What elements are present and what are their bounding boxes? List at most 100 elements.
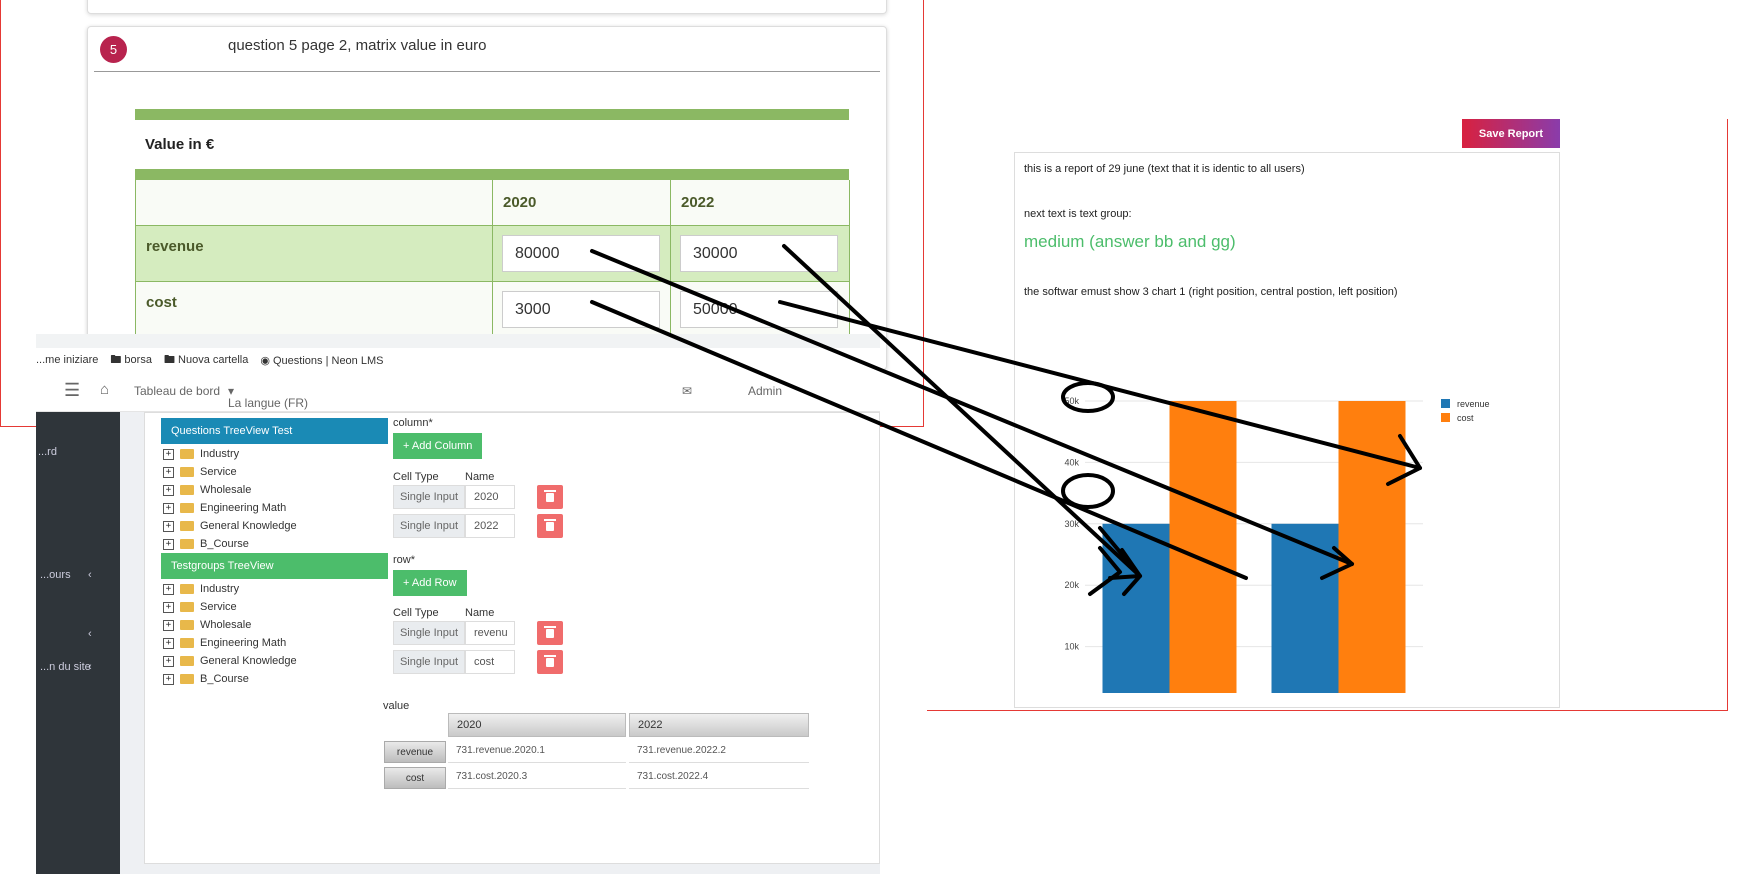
hamburger-menu-icon[interactable]: ☰ [64, 380, 80, 401]
nav-dashboard-link[interactable]: Tableau de bord [134, 384, 220, 398]
chart-bar [1169, 401, 1237, 693]
treeview-item[interactable]: + Wholesale [163, 619, 251, 631]
column-name-input[interactable]: 2020 [465, 485, 515, 509]
browser-address-bar [36, 334, 880, 348]
trash-icon [544, 654, 556, 667]
chart-legend-swatch [1441, 413, 1450, 422]
row-name-input[interactable]: cost [465, 650, 515, 674]
treeview-item-label: B_Course [200, 673, 249, 685]
bookmarks-bar: ...me iniziare 🖿 borsa 🖿 Nuova cartella … [36, 348, 880, 372]
expand-icon[interactable]: + [163, 538, 174, 550]
expand-icon[interactable]: + [163, 583, 174, 595]
trash-icon [544, 518, 556, 531]
treeview-header: Questions TreeView Test [161, 418, 388, 444]
value-row-label: cost [384, 767, 446, 789]
delete-row-button[interactable] [537, 650, 563, 674]
bookmark[interactable]: ◉ Questions | Neon LMS [260, 354, 383, 367]
language-dropdown[interactable]: La langue (FR) ▾ [228, 384, 308, 410]
matrix-value-input[interactable] [502, 291, 660, 328]
treeview-item[interactable]: + Wholesale [163, 484, 251, 496]
matrix-header-bar [135, 169, 849, 180]
value-column-header: 2020 [448, 713, 626, 737]
bookmark[interactable]: ...me iniziare [36, 354, 98, 366]
cell-type-select[interactable]: Single Input [393, 485, 465, 509]
bookmark-folder[interactable]: 🖿 Nuova cartella [164, 351, 248, 370]
chart-y-tick-label: 30k [1064, 519, 1079, 529]
add-column-button[interactable]: + Add Column [393, 433, 483, 459]
folder-icon [180, 602, 194, 612]
treeview-item-label: Wholesale [200, 484, 252, 496]
matrix-value-input[interactable] [680, 291, 838, 328]
expand-icon[interactable]: + [163, 637, 174, 649]
question-number-badge: 5 [100, 36, 127, 63]
column-name-input[interactable]: 2022 [465, 514, 515, 538]
expand-icon[interactable]: + [163, 655, 174, 667]
question-title: question 5 page 2, matrix value in euro [228, 37, 487, 54]
row-name-input[interactable]: revenu [465, 621, 515, 645]
matrix-caption: Value in € [145, 136, 215, 153]
folder-icon [180, 521, 194, 531]
folder-icon [180, 467, 194, 477]
matrix-top-bar [135, 109, 849, 120]
treeview-header: Testgroups TreeView [161, 553, 388, 579]
matrix-value-input[interactable] [502, 235, 660, 272]
expand-icon[interactable]: + [163, 484, 174, 496]
treeview-item-label: General Knowledge [200, 520, 297, 532]
expand-icon[interactable]: + [163, 520, 174, 532]
admin-user-menu[interactable]: Admin [748, 384, 782, 398]
divider [94, 71, 880, 72]
delete-column-button[interactable] [537, 485, 563, 509]
treeview-item[interactable]: + Engineering Math [163, 502, 286, 514]
chevron-left-icon: ‹ [88, 628, 92, 640]
expand-icon[interactable]: + [163, 673, 174, 685]
add-row-button[interactable]: + Add Row [393, 570, 467, 596]
treeview-item[interactable]: + General Knowledge [163, 520, 297, 532]
folder-icon [180, 638, 194, 648]
report-panel: this is a report of 29 june (text that i… [1014, 152, 1560, 708]
chevron-left-icon: ‹ [88, 569, 92, 581]
admin-top-nav: ☰ ⌂ Tableau de bord La langue (FR) ▾ ✉ A… [36, 372, 880, 412]
value-column-header: 2022 [629, 713, 809, 737]
home-icon[interactable]: ⌂ [100, 381, 109, 398]
cell-type-select[interactable]: Single Input [393, 650, 465, 674]
value-row-label: revenue [384, 741, 446, 763]
expand-icon[interactable]: + [163, 619, 174, 631]
treeview-item-label: Industry [200, 583, 240, 595]
admin-content: Questions TreeView Test + Industry + Service… [120, 412, 880, 874]
matrix-table: Value in € 2020 2022 revenue cost [135, 109, 850, 338]
treeview-item[interactable]: + Service [163, 601, 237, 613]
treeview-item[interactable]: + Engineering Math [163, 637, 286, 649]
folder-icon [180, 656, 194, 666]
treeview-item[interactable]: + B_Course [163, 538, 249, 550]
cell-type-select[interactable]: Single Input [393, 621, 465, 645]
chart-legend-swatch [1441, 399, 1450, 408]
folder-icon [180, 674, 194, 684]
treeview-item[interactable]: + Service [163, 466, 237, 478]
mail-icon[interactable]: ✉ [682, 384, 692, 398]
chart-legend-label: revenue [1457, 399, 1490, 409]
delete-column-button[interactable] [537, 514, 563, 538]
treeview-item[interactable]: + Industry [163, 583, 239, 595]
treeview-item-label: General Knowledge [200, 655, 297, 667]
expand-icon[interactable]: + [163, 466, 174, 478]
trash-icon [544, 625, 556, 638]
expand-icon[interactable]: + [163, 502, 174, 514]
treeview-item-label: Service [200, 601, 237, 613]
sidebar-item-dashboard[interactable]: ...rd [38, 446, 57, 458]
treeview-item[interactable]: + General Knowledge [163, 655, 297, 667]
cell-type-select[interactable]: Single Input [393, 514, 465, 538]
chart-y-tick-label: 10k [1064, 642, 1079, 652]
chart-bar [1338, 401, 1406, 693]
matrix-row-label: cost [136, 282, 493, 338]
delete-row-button[interactable] [537, 621, 563, 645]
chevron-left-icon: ‹ [88, 661, 92, 673]
treeview-item[interactable]: + B_Course [163, 673, 249, 685]
expand-icon[interactable]: + [163, 601, 174, 613]
bookmark-folder[interactable]: 🖿 borsa [110, 351, 152, 370]
previous-question-card [87, 0, 887, 14]
save-report-button[interactable]: Save Report [1462, 119, 1560, 148]
matrix-value-input[interactable] [680, 235, 838, 272]
expand-icon[interactable]: + [163, 448, 174, 460]
admin-screenshot: ...me iniziare 🖿 borsa 🖿 Nuova cartella … [36, 334, 880, 874]
treeview-item[interactable]: + Industry [163, 448, 239, 460]
